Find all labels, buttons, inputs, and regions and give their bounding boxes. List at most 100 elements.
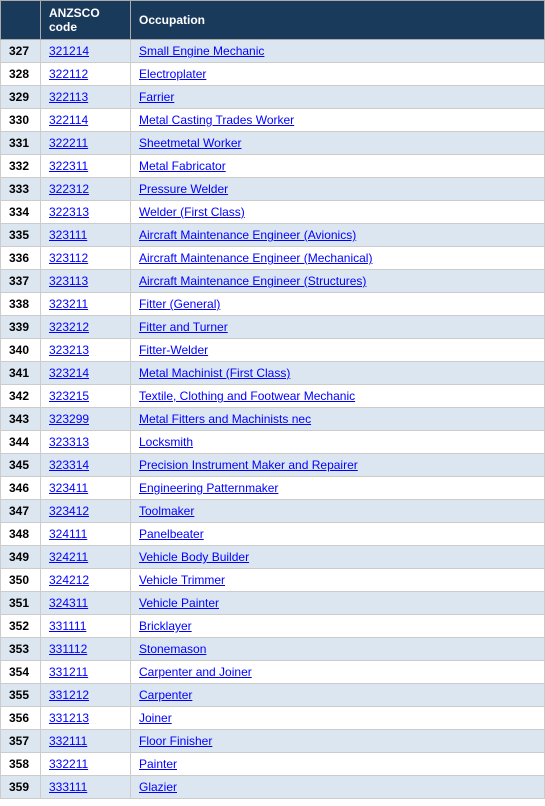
row-anzsco-code[interactable]: 323215 (41, 385, 131, 408)
row-occupation[interactable]: Aircraft Maintenance Engineer (Structure… (131, 270, 545, 293)
row-occupation[interactable]: Bricklayer (131, 615, 545, 638)
row-anzsco-code[interactable]: 322112 (41, 63, 131, 86)
row-num: 331 (1, 132, 41, 155)
row-anzsco-code[interactable]: 323111 (41, 224, 131, 247)
row-anzsco-code[interactable]: 322311 (41, 155, 131, 178)
row-occupation[interactable]: Joiner (131, 707, 545, 730)
row-anzsco-code[interactable]: 331112 (41, 638, 131, 661)
row-occupation[interactable]: Engineering Patternmaker (131, 477, 545, 500)
row-anzsco-code[interactable]: 323412 (41, 500, 131, 523)
table-row: 341323214Metal Machinist (First Class) (1, 362, 545, 385)
row-occupation[interactable]: Toolmaker (131, 500, 545, 523)
row-num: 339 (1, 316, 41, 339)
row-occupation[interactable]: Carpenter (131, 684, 545, 707)
row-anzsco-code[interactable]: 323411 (41, 477, 131, 500)
row-anzsco-code[interactable]: 323314 (41, 454, 131, 477)
table-row: 347323412Toolmaker (1, 500, 545, 523)
row-anzsco-code[interactable]: 331211 (41, 661, 131, 684)
row-num: 357 (1, 730, 41, 753)
table-row: 353331112Stonemason (1, 638, 545, 661)
row-anzsco-code[interactable]: 322114 (41, 109, 131, 132)
row-occupation[interactable]: Fitter-Welder (131, 339, 545, 362)
table-row: 355331212Carpenter (1, 684, 545, 707)
row-occupation[interactable]: Vehicle Body Builder (131, 546, 545, 569)
row-anzsco-code[interactable]: 323211 (41, 293, 131, 316)
row-occupation[interactable]: Metal Machinist (First Class) (131, 362, 545, 385)
row-anzsco-code[interactable]: 323113 (41, 270, 131, 293)
row-occupation[interactable]: Fitter and Turner (131, 316, 545, 339)
row-num: 345 (1, 454, 41, 477)
table-row: 333322312Pressure Welder (1, 178, 545, 201)
row-occupation[interactable]: Sheetmetal Worker (131, 132, 545, 155)
table-row: 345323314Precision Instrument Maker and … (1, 454, 545, 477)
row-num: 333 (1, 178, 41, 201)
row-occupation[interactable]: Panelbeater (131, 523, 545, 546)
row-anzsco-code[interactable]: 323112 (41, 247, 131, 270)
row-num: 329 (1, 86, 41, 109)
row-anzsco-code[interactable]: 331212 (41, 684, 131, 707)
row-num: 334 (1, 201, 41, 224)
row-anzsco-code[interactable]: 332211 (41, 753, 131, 776)
row-anzsco-code[interactable]: 323212 (41, 316, 131, 339)
table-row: 349324211Vehicle Body Builder (1, 546, 545, 569)
occupation-table: ANZSCO code Occupation 327321214Small En… (0, 0, 545, 799)
row-anzsco-code[interactable]: 322211 (41, 132, 131, 155)
row-occupation[interactable]: Small Engine Mechanic (131, 40, 545, 63)
row-anzsco-code[interactable]: 324212 (41, 569, 131, 592)
row-anzsco-code[interactable]: 333111 (41, 776, 131, 799)
row-num: 349 (1, 546, 41, 569)
row-anzsco-code[interactable]: 323299 (41, 408, 131, 431)
row-occupation[interactable]: Carpenter and Joiner (131, 661, 545, 684)
table-row: 340323213Fitter-Welder (1, 339, 545, 362)
row-anzsco-code[interactable]: 324311 (41, 592, 131, 615)
table-row: 350324212Vehicle Trimmer (1, 569, 545, 592)
row-occupation[interactable]: Metal Fabricator (131, 155, 545, 178)
table-row: 343323299Metal Fitters and Machinists ne… (1, 408, 545, 431)
row-num: 353 (1, 638, 41, 661)
table-row: 354331211Carpenter and Joiner (1, 661, 545, 684)
row-num: 336 (1, 247, 41, 270)
table-row: 332322311Metal Fabricator (1, 155, 545, 178)
row-anzsco-code[interactable]: 324211 (41, 546, 131, 569)
row-anzsco-code[interactable]: 322312 (41, 178, 131, 201)
row-occupation[interactable]: Painter (131, 753, 545, 776)
row-occupation[interactable]: Metal Casting Trades Worker (131, 109, 545, 132)
row-occupation[interactable]: Pressure Welder (131, 178, 545, 201)
table-row: 339323212Fitter and Turner (1, 316, 545, 339)
row-occupation[interactable]: Aircraft Maintenance Engineer (Mechanica… (131, 247, 545, 270)
row-occupation[interactable]: Stonemason (131, 638, 545, 661)
row-occupation[interactable]: Welder (First Class) (131, 201, 545, 224)
row-num: 328 (1, 63, 41, 86)
row-anzsco-code[interactable]: 323313 (41, 431, 131, 454)
row-occupation[interactable]: Farrier (131, 86, 545, 109)
row-occupation[interactable]: Glazier (131, 776, 545, 799)
row-anzsco-code[interactable]: 323213 (41, 339, 131, 362)
row-anzsco-code[interactable]: 322113 (41, 86, 131, 109)
header-num (1, 1, 41, 40)
table-row: 358332211Painter (1, 753, 545, 776)
row-occupation[interactable]: Floor Finisher (131, 730, 545, 753)
table-row: 331322211Sheetmetal Worker (1, 132, 545, 155)
row-occupation[interactable]: Textile, Clothing and Footwear Mechanic (131, 385, 545, 408)
row-num: 330 (1, 109, 41, 132)
table-row: 334322313Welder (First Class) (1, 201, 545, 224)
row-occupation[interactable]: Electroplater (131, 63, 545, 86)
table-row: 357332111Floor Finisher (1, 730, 545, 753)
row-num: 351 (1, 592, 41, 615)
row-occupation[interactable]: Vehicle Trimmer (131, 569, 545, 592)
row-anzsco-code[interactable]: 324111 (41, 523, 131, 546)
row-anzsco-code[interactable]: 332111 (41, 730, 131, 753)
row-occupation[interactable]: Vehicle Painter (131, 592, 545, 615)
row-num: 340 (1, 339, 41, 362)
table-row: 329322113Farrier (1, 86, 545, 109)
row-anzsco-code[interactable]: 321214 (41, 40, 131, 63)
row-anzsco-code[interactable]: 331213 (41, 707, 131, 730)
row-occupation[interactable]: Aircraft Maintenance Engineer (Avionics) (131, 224, 545, 247)
row-occupation[interactable]: Precision Instrument Maker and Repairer (131, 454, 545, 477)
row-anzsco-code[interactable]: 331111 (41, 615, 131, 638)
row-occupation[interactable]: Fitter (General) (131, 293, 545, 316)
row-occupation[interactable]: Metal Fitters and Machinists nec (131, 408, 545, 431)
row-occupation[interactable]: Locksmith (131, 431, 545, 454)
row-anzsco-code[interactable]: 322313 (41, 201, 131, 224)
row-anzsco-code[interactable]: 323214 (41, 362, 131, 385)
